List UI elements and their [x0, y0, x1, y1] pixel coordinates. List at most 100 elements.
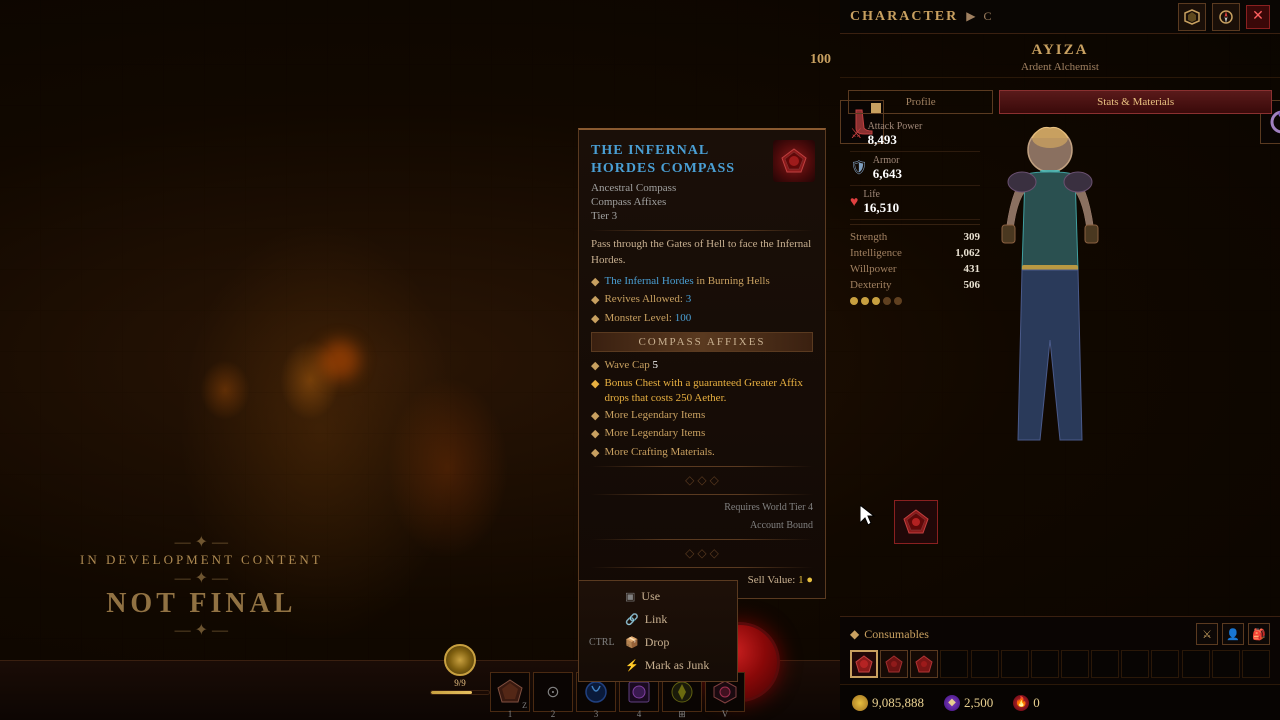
armor-value: 6,643	[873, 166, 980, 182]
skill-r-icon	[711, 678, 739, 706]
drop-label: Drop	[645, 635, 670, 650]
resource-area: 9/9	[430, 644, 490, 695]
attr-intelligence: Intelligence 1,062	[850, 245, 980, 261]
currency-bar: 9,085,888 ◆ 2,500 🔥 0	[840, 684, 1280, 720]
resource-orb	[444, 644, 476, 676]
affix-chest-text: Bonus Chest with a guaranteed Greater Af…	[604, 376, 813, 405]
gem-amount: 2,500	[964, 695, 993, 711]
connector-top: ◇ ◇ ◇	[591, 473, 813, 488]
link-icon: 🔗	[625, 613, 639, 626]
willpower-value: 431	[964, 263, 981, 275]
attack-power-label: Attack Power	[868, 121, 980, 132]
gem-dot-4	[883, 297, 891, 305]
dexterity-value: 506	[964, 279, 981, 291]
char-breadcrumb-letter: C	[983, 9, 991, 24]
drop-amount: 0	[1033, 695, 1040, 711]
gem-dot-5	[894, 297, 902, 305]
intelligence-label: Intelligence	[850, 247, 902, 259]
skill-slot-1[interactable]: Z	[490, 672, 530, 712]
context-link[interactable]: 🔗 Link	[579, 608, 737, 631]
willpower-label: Willpower	[850, 263, 897, 275]
compass-icon	[1218, 9, 1234, 25]
affix-wave-text: Wave Cap 5	[604, 358, 658, 372]
tab-profile[interactable]: Profile	[848, 90, 993, 114]
item-description: Pass through the Gates of Hell to face t…	[591, 237, 813, 268]
dev-notice-line2: NOT FINAL	[80, 588, 323, 620]
stat-attack-power: ⚔ Attack Power 8,493	[850, 118, 980, 152]
bullet-hordes-text: The Infernal Hordes in Burning Hells	[604, 274, 769, 288]
gem-dot-3	[872, 297, 880, 305]
divider-3	[591, 494, 813, 495]
bullet-dot-6: ◆	[591, 409, 599, 423]
hotbar-num-6: V	[705, 709, 745, 720]
char-name-section: AYIZA Ardent Alchemist	[840, 34, 1280, 78]
affix-leg2: ◆ More Legendary Items	[591, 426, 813, 441]
affix-leg1-text: More Legendary Items	[604, 408, 705, 422]
affix-craft: ◆ More Crafting Materials.	[591, 445, 813, 460]
hotbar-num-2: 2	[533, 709, 573, 720]
skill-q-icon	[668, 678, 696, 706]
tab-stats-materials[interactable]: Stats & Materials	[999, 90, 1272, 114]
skill-rmb-icon	[582, 678, 610, 706]
xp-bar	[430, 690, 490, 695]
gem-currency: ◆ 2,500	[944, 695, 993, 711]
skill-1-icon	[496, 678, 524, 706]
item-tier: Tier 3	[591, 210, 813, 222]
bullet-dot-4: ◆	[591, 359, 599, 373]
world-tier: Requires World Tier 4	[591, 501, 813, 515]
armor-label: Armor	[873, 155, 980, 166]
stats-area: ⚔ Attack Power 8,493 🛡 Armor 6,643 ♥ Lif…	[840, 114, 990, 309]
dev-notice-line1: IN DEVELOPMENT CONTENT	[80, 552, 323, 568]
affix-craft-text: More Crafting Materials.	[604, 445, 714, 459]
divider-5	[591, 567, 813, 568]
connector-bot: ◇ ◇ ◇	[591, 546, 813, 561]
dev-notice: — ✦ — IN DEVELOPMENT CONTENT — ✦ — NOT F…	[80, 532, 323, 640]
gem-dot-2	[861, 297, 869, 305]
drop-currency: 🔥 0	[1013, 695, 1040, 711]
bullet-dot-2: ◆	[591, 293, 599, 307]
skill-e-icon	[625, 678, 653, 706]
skill-lmb-icon: ⊙	[546, 682, 559, 702]
bullet-dot-8: ◆	[591, 446, 599, 460]
char-class-icon-btn[interactable]	[1178, 3, 1206, 31]
heraldry-icon	[1184, 9, 1200, 25]
bullet-revives: ◆ Revives Allowed: 3	[591, 292, 813, 307]
level-indicator: 100	[810, 52, 831, 68]
xp-fill	[431, 691, 472, 694]
character-panel: CHARACTER ▶ C ✕ AYIZA Ardent A	[840, 0, 1280, 680]
stat-life: ♥ Life 16,510	[850, 186, 980, 220]
hotbar-num-4: 4	[619, 709, 659, 720]
affix-chest: ◆ Bonus Chest with a guaranteed Greater …	[591, 376, 813, 405]
char-panel-header: CHARACTER ▶ C ✕	[840, 0, 1280, 34]
resource-fraction: 9/9	[454, 678, 466, 688]
context-junk[interactable]: ⚡ Mark as Junk	[579, 654, 737, 677]
bullet-dot-7: ◆	[591, 427, 599, 441]
close-button[interactable]: ✕	[1246, 5, 1270, 29]
bullet-hordes: ◆ The Infernal Hordes in Burning Hells	[591, 274, 813, 289]
context-use[interactable]: ▣ Use	[579, 585, 737, 608]
skill-slot-lmb[interactable]: ⊙	[533, 672, 573, 712]
armor-icon: 🛡	[850, 160, 868, 177]
sell-gold-amount: 1	[798, 574, 804, 586]
char-class: Ardent Alchemist	[850, 61, 1270, 73]
junk-icon: ⚡	[625, 659, 639, 672]
use-label: Use	[641, 589, 660, 604]
ornament-mid: — ✦ —	[80, 568, 323, 588]
drop-icon: 🔥	[1013, 695, 1029, 711]
use-icon: ▣	[625, 590, 635, 603]
hotbar-num-3: 3	[576, 709, 616, 720]
compass-icon-btn[interactable]	[1212, 3, 1240, 31]
life-value: 16,510	[863, 200, 980, 216]
context-drop[interactable]: CTRL 📦 Drop	[579, 631, 737, 654]
affix-wave: ◆ Wave Cap 5	[591, 358, 813, 373]
hotbar-num-1: 1	[490, 709, 530, 720]
strength-label: Strength	[850, 231, 887, 243]
junk-label: Mark as Junk	[645, 658, 710, 673]
bullet-monster: ◆ Monster Level: 100	[591, 311, 813, 326]
link-label: Link	[645, 612, 668, 627]
bullet-dot-1: ◆	[591, 275, 599, 289]
bullet-dot-3: ◆	[591, 312, 599, 326]
char-header-right: ✕	[1178, 3, 1270, 31]
life-icon: ♥	[850, 195, 858, 211]
dexterity-label: Dexterity	[850, 279, 892, 291]
